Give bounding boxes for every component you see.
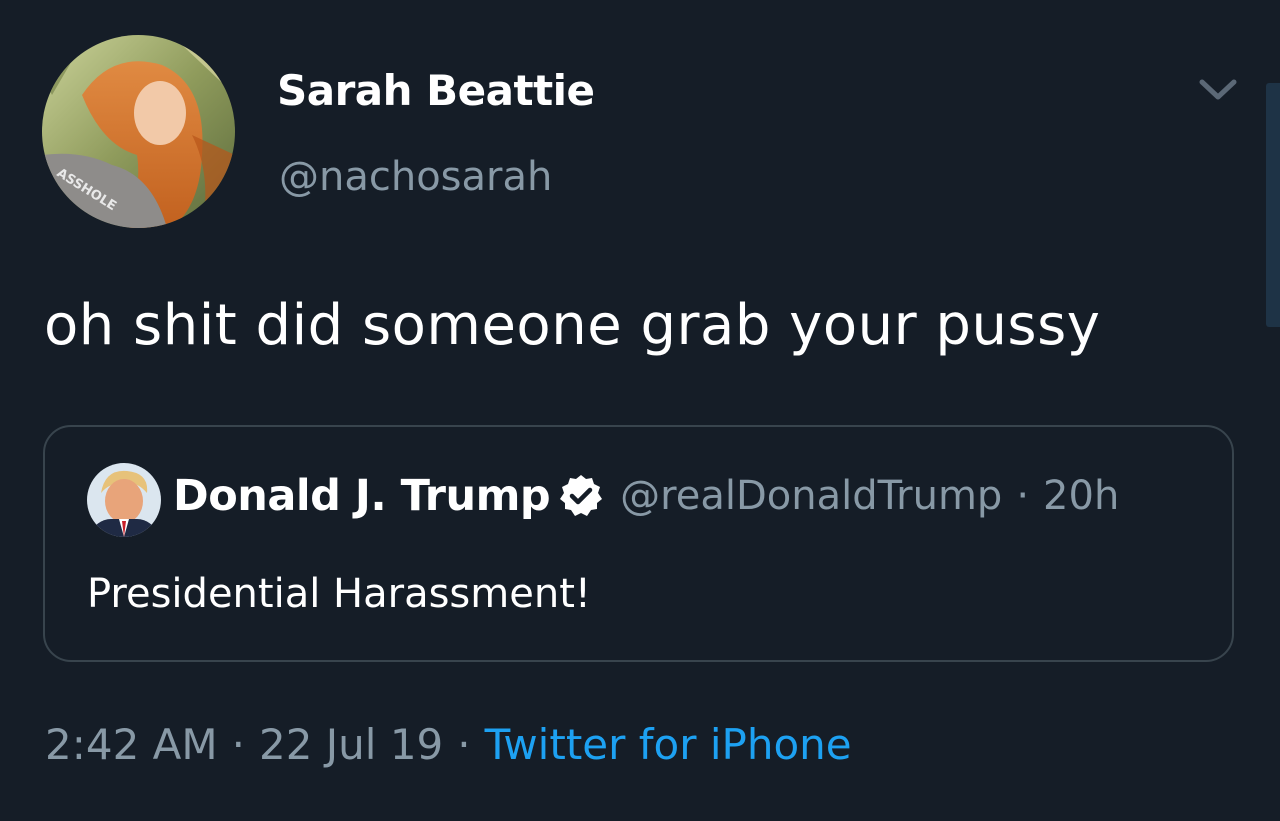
quoted-tweet-header: Donald J. Trump @realDonaldTrump · 20h [173, 471, 1119, 521]
author-avatar-image: ASSHOLE [42, 35, 235, 228]
quoted-timestamp: 20h [1043, 473, 1120, 519]
tweet-date: 22 Jul 19 [259, 720, 444, 769]
tweet-source-link[interactable]: Twitter for iPhone [485, 720, 852, 769]
quoted-tweet-text: Presidential Harassment! [87, 571, 591, 617]
quoted-author-name[interactable]: Donald J. Trump [173, 471, 551, 521]
tweet-meta: 2:42 AM · 22 Jul 19 · Twitter for iPhone [45, 720, 852, 769]
quoted-separator: · [1016, 473, 1030, 519]
author-handle[interactable]: @nachosarah [279, 154, 552, 200]
quoted-author-handle[interactable]: @realDonaldTrump [620, 473, 1002, 519]
meta-separator: · [457, 720, 471, 769]
quoted-author-avatar[interactable] [87, 463, 161, 537]
tweet-text: oh shit did someone grab your pussy [44, 293, 1101, 358]
scroll-indicator[interactable] [1266, 83, 1280, 327]
quoted-tweet-card[interactable]: Donald J. Trump @realDonaldTrump · 20h P… [43, 425, 1234, 662]
author-display-name[interactable]: Sarah Beattie [277, 66, 595, 115]
tweet-detail-screen: ASSHOLE Sarah Beattie @nachosarah oh shi… [0, 0, 1280, 821]
meta-separator: · [231, 720, 245, 769]
chevron-down-icon[interactable] [1196, 72, 1240, 106]
verified-badge-icon [560, 475, 603, 516]
tweet-time: 2:42 AM [45, 720, 218, 769]
author-avatar[interactable]: ASSHOLE [42, 35, 235, 228]
